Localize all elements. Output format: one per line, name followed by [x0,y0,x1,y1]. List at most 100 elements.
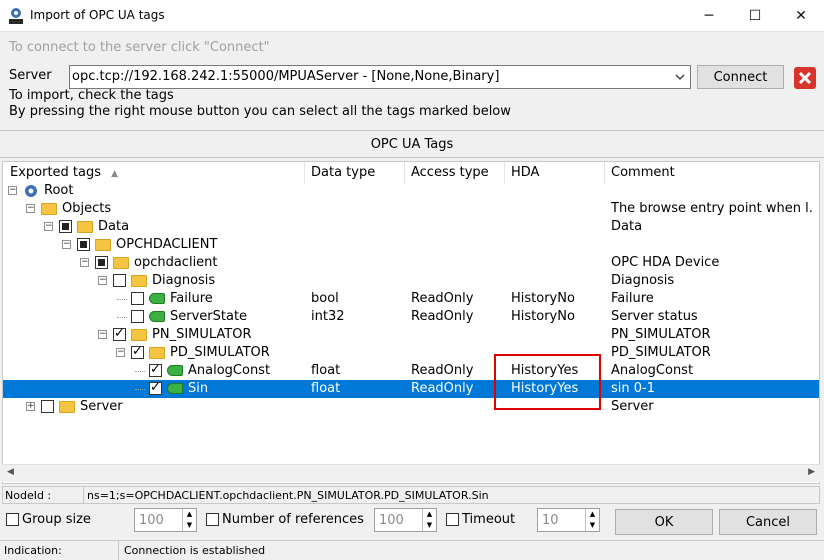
column-header-hda[interactable]: HDA [505,162,605,184]
collapse-icon[interactable]: − [62,240,71,249]
folder-icon [59,401,75,413]
collapse-icon[interactable]: − [44,222,53,231]
tree-row[interactable]: Failure bool ReadOnly HistoryNo Failure [3,290,819,308]
column-header-comment[interactable]: Comment [605,162,819,184]
tree-row[interactable]: − Objects The browse entry point when l. [3,200,819,218]
status-bar: Indication: Connection is established [0,540,824,560]
folder-icon [131,329,147,341]
expand-icon[interactable]: + [26,402,35,411]
collapse-icon[interactable]: − [8,186,17,195]
cell-name: Diagnosis [152,273,216,288]
horizontal-scrollbar[interactable]: ◀ ▶ [2,464,820,482]
group-size-label: Group size [22,512,91,527]
tree-row[interactable]: − Root [3,182,819,200]
cell-name: Data [98,219,130,234]
cell-name: opchdaclient [134,255,218,270]
ok-button[interactable]: OK [615,509,713,535]
tree-row[interactable]: SinfloatReadOnlyHistoryYessin 0-1 [3,380,819,398]
tag-checkbox[interactable] [149,380,162,395]
cell-data-type: int32 [311,309,345,324]
cell-name: Objects [62,201,112,216]
close-window-button[interactable]: ✕ [778,0,824,32]
collapse-icon[interactable]: − [26,204,35,213]
tag-checkbox[interactable] [59,220,72,233]
connect-hint: To connect to the server click "Connect" [9,40,270,55]
disconnect-icon[interactable] [793,66,817,90]
collapse-icon[interactable]: − [80,258,89,267]
column-header-datatype[interactable]: Data type [305,162,405,184]
folder-icon [41,203,57,215]
cell-comment: Data [611,219,643,234]
tree-row[interactable]: − Data Data [3,218,819,236]
tree-row[interactable]: − Diagnosis Diagnosis [3,272,819,290]
group-size-checkbox[interactable] [6,513,19,526]
cell-comment: Server status [611,309,698,324]
cell-comment: Diagnosis [611,273,675,288]
status-value: Connection is established [124,544,266,557]
tree-row[interactable]: − OPCHDACLIENT [3,236,819,254]
section-title: OPC UA Tags [0,130,824,158]
timeout-spinner[interactable]: 10 ▲ ▼ [537,508,600,532]
tree-row[interactable]: − PN_SIMULATOR PN_SIMULATOR [3,326,819,344]
cell-name: OPCHDACLIENT [116,237,218,252]
timeout-label: Timeout [462,512,516,527]
spin-arrows-icon[interactable]: ▲ ▼ [422,509,436,531]
tag-checkbox[interactable] [77,238,90,251]
tag-checkbox[interactable] [113,326,126,341]
maximize-button[interactable]: ☐ [732,0,778,32]
tag-checkbox[interactable] [149,362,162,377]
num-refs-spinner[interactable]: 100 ▲ ▼ [374,508,437,532]
cell-access: ReadOnly [411,381,474,396]
tree-row[interactable]: AnalogConstfloatReadOnlyHistoryYesAnalog… [3,362,819,380]
cell-comment: The browse entry point when l. [611,201,813,216]
collapse-icon[interactable]: − [98,276,107,285]
nodeid-bar: NodeId : ns=1;s=OPCHDACLIENT.opchdaclien… [2,486,820,504]
nodeid-label: NodeId : [5,489,52,502]
cell-comment: Failure [611,291,654,306]
chevron-down-icon[interactable] [670,66,690,88]
tree-row[interactable]: − PD_SIMULATOR PD_SIMULATOR [3,344,819,362]
cell-comment: AnalogConst [611,363,694,378]
cell-data-type: bool [311,291,339,306]
spin-arrows-icon[interactable]: ▲ ▼ [585,509,599,531]
tag-checkbox[interactable] [131,344,144,359]
tree-row[interactable]: ServerState int32 ReadOnly HistoryNo Server … [3,308,819,326]
tag-checkbox[interactable] [131,310,144,323]
tag-checkbox[interactable] [95,256,108,269]
num-refs-label: Number of references [222,512,364,527]
folder-icon [113,257,129,269]
scroll-left-icon[interactable]: ◀ [7,467,14,477]
cell-hda: HistoryNo [511,291,575,306]
minimize-button[interactable]: ─ [686,0,732,32]
num-refs-checkbox[interactable] [206,513,219,526]
cell-comment: PN_SIMULATOR [611,327,711,342]
cell-data-type: float [311,363,341,378]
server-select[interactable]: opc.tcp://192.168.242.1:55000/MPUAServer… [69,65,691,89]
tag-checkbox[interactable] [113,274,126,287]
tag-icon [149,293,165,304]
collapse-icon[interactable]: − [116,348,125,357]
sort-up-icon: ▲ [111,169,119,179]
column-header-exported[interactable]: Exported tags ▲ [3,162,305,184]
connect-button[interactable]: Connect [697,65,784,89]
tag-checkbox[interactable] [131,292,144,305]
column-header-access[interactable]: Access type [405,162,505,184]
collapse-icon[interactable]: − [98,330,107,339]
scroll-right-icon[interactable]: ▶ [808,467,815,477]
folder-icon [95,239,111,251]
folder-icon [149,347,165,359]
status-label: Indication: [4,544,62,557]
hda-highlight-box [494,354,601,410]
server-value: opc.tcp://192.168.242.1:55000/MPUAServer… [72,69,500,84]
cancel-button[interactable]: Cancel [719,509,817,535]
title-bar: Import of OPC UA tags ─ ☐ ✕ [0,0,824,32]
spin-arrows-icon[interactable]: ▲ ▼ [182,509,196,531]
timeout-checkbox[interactable] [446,513,459,526]
tags-tree[interactable]: Exported tags ▲ Data type Access type HD… [2,161,820,484]
tree-row[interactable]: + Server Server [3,398,819,416]
tag-checkbox[interactable] [41,400,54,413]
cell-name: Failure [170,291,213,306]
tree-row[interactable]: − opchdaclient OPC HDA Device [3,254,819,272]
group-size-spinner[interactable]: 100 ▲ ▼ [134,508,197,532]
cell-access: ReadOnly [411,363,474,378]
